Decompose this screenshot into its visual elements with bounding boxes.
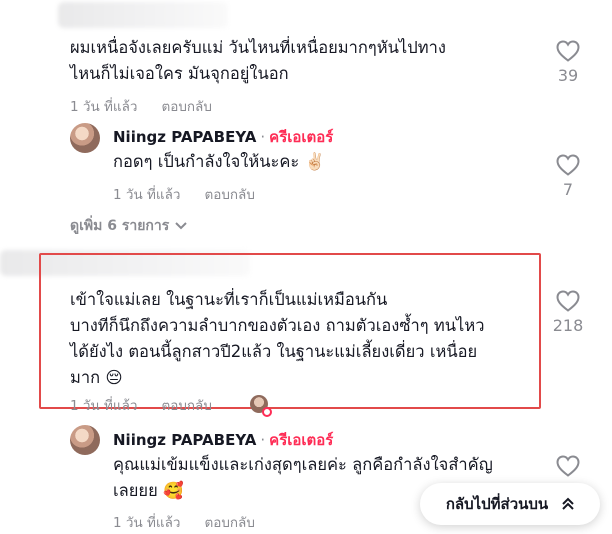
view-more-label: ดูเพิ่ม 6 รายการ bbox=[70, 218, 170, 234]
comment-meta: 1 วัน ที่แล้ว ตอบกลับ bbox=[113, 183, 255, 205]
comment-time: 1 วัน ที่แล้ว bbox=[113, 187, 181, 203]
author-name[interactable]: Niingz PAPABEYA bbox=[113, 431, 256, 449]
comment-time: 1 วัน ที่แล้ว bbox=[113, 515, 181, 531]
comment-text: กอดๆ เป็นกำลังใจให้นะคะ ✌🏻 bbox=[113, 152, 326, 171]
chevron-down-icon bbox=[175, 222, 187, 230]
comment-text: เข้าใจแม่เลย ในฐานะที่เราก็เป็นแม่เหมือน… bbox=[70, 290, 485, 387]
comment-meta: 1 วัน ที่แล้ว ตอบกลับ bbox=[70, 95, 212, 117]
comment-meta: 1 วัน ที่แล้ว ตอบกลับ bbox=[113, 511, 255, 533]
back-to-top-button[interactable]: กลับไปที่ส่วนบน bbox=[420, 483, 600, 525]
like-button[interactable]: 39 bbox=[548, 40, 588, 85]
double-chevron-up-icon bbox=[562, 497, 574, 510]
like-count: 39 bbox=[557, 66, 579, 85]
like-button[interactable] bbox=[548, 455, 588, 481]
heart-icon bbox=[556, 290, 580, 312]
like-count: 218 bbox=[552, 316, 584, 335]
comment-author-row: Niingz PAPABEYA · ครีเอเตอร์ bbox=[113, 428, 333, 452]
heart-icon bbox=[556, 40, 580, 62]
creator-badge: ครีเอเตอร์ bbox=[269, 128, 334, 146]
like-button[interactable]: 7 bbox=[548, 154, 588, 199]
avatar[interactable] bbox=[70, 425, 100, 455]
heart-icon bbox=[556, 154, 580, 176]
back-to-top-label: กลับไปที่ส่วนบน bbox=[445, 495, 549, 513]
reply-button[interactable]: ตอบกลับ bbox=[161, 394, 211, 416]
liked-by-creator-icon bbox=[262, 407, 272, 417]
victory-hand-emoji: ✌🏻 bbox=[304, 152, 326, 171]
comment-meta: 1 วัน ที่แล้ว ตอบกลับ bbox=[70, 394, 212, 416]
comment-time: 1 วัน ที่แล้ว bbox=[70, 398, 138, 414]
pensive-face-emoji: 😔 bbox=[105, 368, 123, 387]
reply-button[interactable]: ตอบกลับ bbox=[204, 183, 254, 205]
separator: · bbox=[260, 128, 266, 146]
like-count: 7 bbox=[562, 180, 574, 199]
creator-liked-avatar bbox=[250, 395, 272, 417]
creator-badge: ครีเอเตอร์ bbox=[269, 431, 334, 449]
reply-button[interactable]: ตอบกลับ bbox=[204, 511, 254, 533]
comment-time: 1 วัน ที่แล้ว bbox=[70, 99, 138, 115]
heart-icon bbox=[556, 455, 580, 477]
view-more-replies-button[interactable]: ดูเพิ่ม 6 รายการ bbox=[70, 215, 187, 237]
author-name[interactable]: Niingz PAPABEYA bbox=[113, 128, 256, 146]
comment-author-row: Niingz PAPABEYA · ครีเอเตอร์ bbox=[113, 125, 333, 149]
blurred-username bbox=[58, 2, 228, 28]
comment-text: ผมเหนื่อจังเลยครับแม่ วันไหนที่เหนื่อยมา… bbox=[70, 38, 446, 83]
avatar[interactable] bbox=[70, 123, 100, 153]
separator: · bbox=[260, 431, 266, 449]
like-button[interactable]: 218 bbox=[548, 290, 588, 335]
reply-button[interactable]: ตอบกลับ bbox=[161, 95, 211, 117]
smiling-face-hearts-emoji: 🥰 bbox=[163, 481, 184, 500]
